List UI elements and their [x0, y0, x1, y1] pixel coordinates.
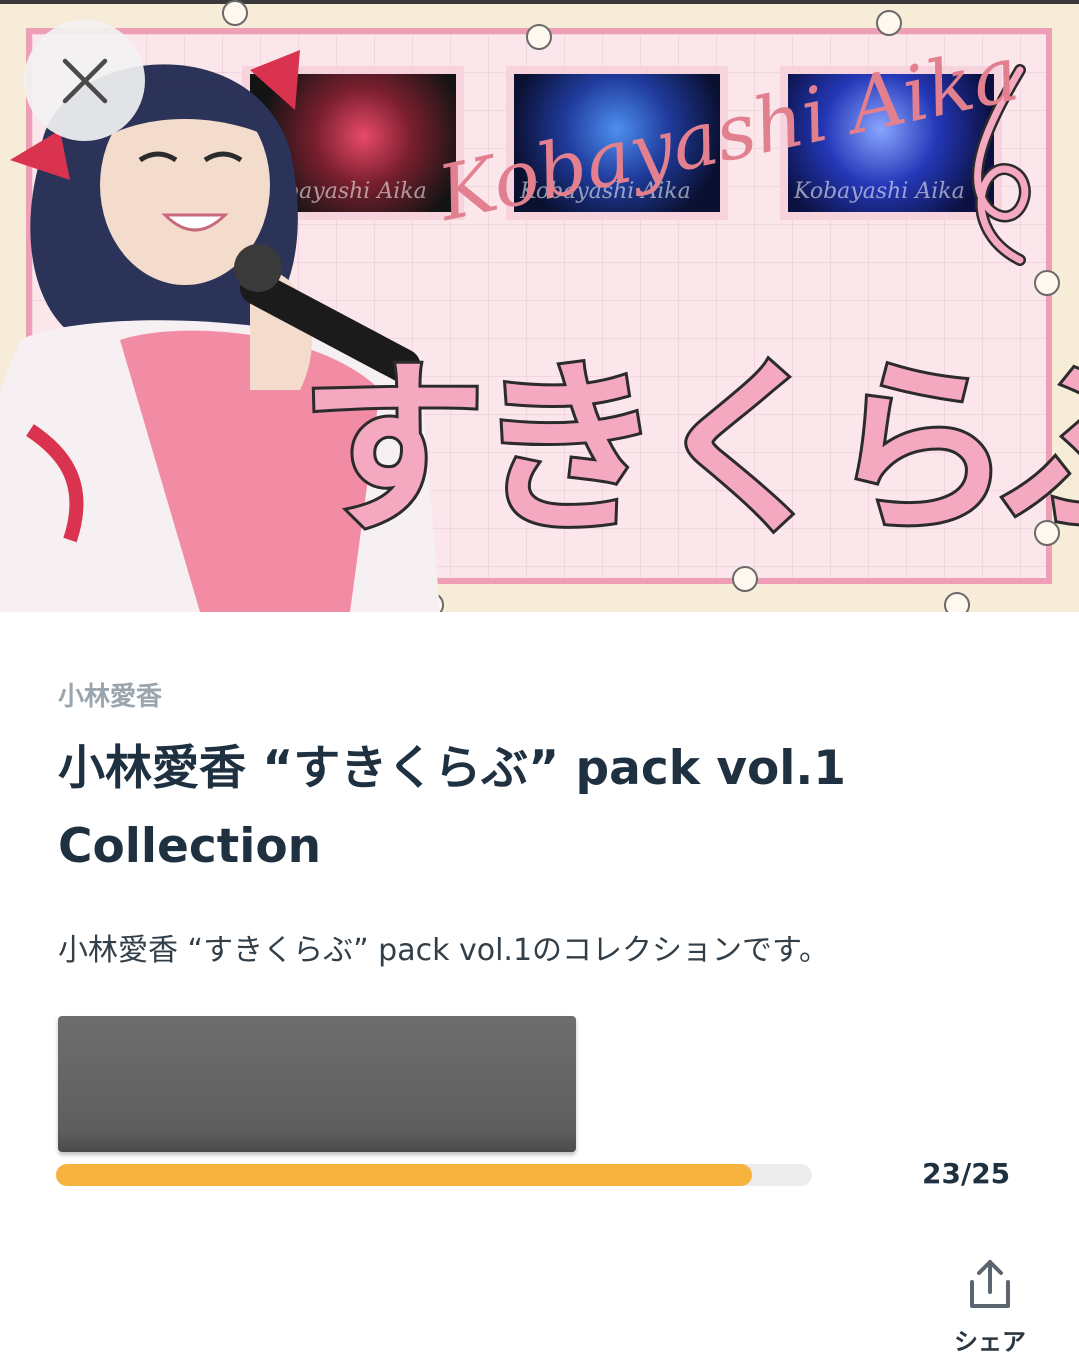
share-icon	[970, 1260, 1010, 1308]
share-button[interactable]: シェア	[940, 1256, 1040, 1358]
close-button[interactable]	[24, 20, 145, 141]
decor-dot	[876, 10, 902, 36]
decor-dot	[732, 566, 758, 592]
collection-description: 小林愛香 “すきくらぶ” pack vol.1のコレクションです。	[58, 933, 830, 968]
decor-dot	[944, 592, 970, 612]
collection-card-preview[interactable]	[58, 1016, 576, 1152]
creator-name[interactable]: 小林愛香	[58, 676, 162, 713]
collection-progress-bar	[56, 1164, 812, 1186]
collection-title: 小林愛香 “すきくらぶ” pack vol.1 Collection	[58, 741, 846, 874]
collection-progress-fill	[56, 1164, 752, 1186]
banner-top-border	[0, 0, 1079, 4]
decor-dot	[526, 24, 552, 50]
close-icon	[62, 58, 107, 103]
banner-image: Kobayashi Aika Kobayashi Aika Kobayashi …	[0, 0, 1079, 612]
banner-big-title: すきくらぶ	[297, 338, 1079, 561]
collection-progress-count: 23/25	[922, 1157, 1011, 1190]
share-label: シェア	[954, 1328, 1026, 1356]
